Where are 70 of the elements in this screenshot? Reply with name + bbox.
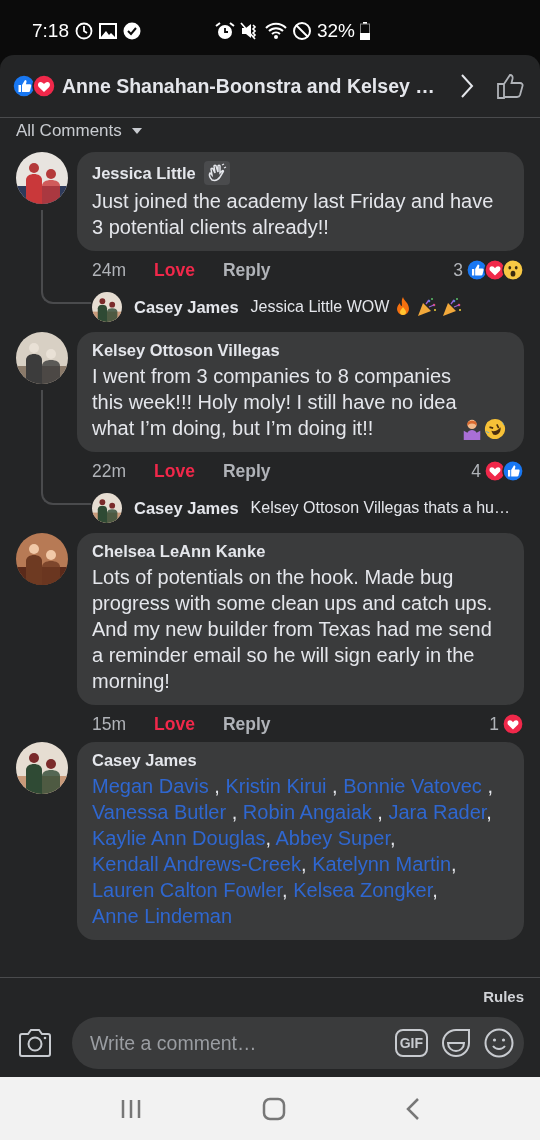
mention-link[interactable]: Vanessa Butler [92, 801, 227, 823]
reply-text: Kelsey Ottoson Villegas thats a hu… [250, 499, 510, 517]
mention-link[interactable]: Kendall Andrews-Creek [92, 853, 301, 875]
love-reaction-button[interactable]: Love [154, 713, 195, 735]
reaction-count: 3 [453, 259, 463, 281]
comment-time: 15m [92, 713, 127, 735]
clock-time: 7:18 [32, 19, 69, 42]
laughing-face-icon [484, 418, 506, 440]
mention-link[interactable]: Lauren Calton Fowler [92, 879, 283, 901]
mention-link[interactable]: Jara Rader [388, 801, 487, 823]
reaction-count: 4 [471, 460, 481, 482]
love-reaction-icon [32, 74, 56, 98]
wifi-icon [265, 21, 287, 40]
comment-text: Just joined the academy last Friday and have 3 potential clients already!! [92, 189, 495, 240]
mention-link[interactable]: Katelynn Martin [312, 853, 452, 875]
reply-author[interactable]: Casey James [134, 297, 239, 317]
caret-icon[interactable] [131, 128, 142, 134]
comment-text: Megan Davis , Kristin Kirui , Bonnie Vatovec , Vanessa Butler , Robin Angaiak , Jara Rader, Kaylie Ann Douglas, Abbey Super, Kendall Andrews-Creek, Katelynn Martin, Lauren Calton Fowler, Kelsea Zongker, Anne Lindeman [92, 774, 494, 929]
comment-author[interactable]: Chelsea LeAnn Kanke [92, 542, 266, 561]
mention-link[interactable]: Kaylie Ann Douglas [92, 827, 266, 849]
battery-icon [360, 21, 370, 40]
image-icon [99, 22, 117, 39]
wow-reaction-icon [502, 259, 524, 281]
camera-icon[interactable] [18, 1028, 52, 1058]
like-reaction-icon [12, 74, 36, 98]
emoji-icon[interactable] [484, 1028, 514, 1058]
check-circle-icon [123, 21, 141, 40]
sticker-icon[interactable] [440, 1027, 472, 1059]
rules-link[interactable]: Rules [18, 988, 524, 1005]
shrugging-person-icon [461, 418, 483, 440]
comment-input-field[interactable]: Write a comment… GIF [72, 1017, 524, 1069]
comment-author[interactable]: Jessica Little [92, 163, 196, 183]
mention-link[interactable]: Robin Angaiak [242, 801, 372, 823]
mention-link[interactable]: Kelsea Zongker [293, 879, 433, 901]
waving-hand-badge-icon [203, 161, 230, 185]
comment-text: I went from 3 companies to 8 companies this week!!! Holy moly! I still have no idea what I’m doing, but I’m doing it!! [92, 364, 458, 441]
battery-percent: 32% [317, 19, 355, 42]
comment-text: Lots of potentials on the hook. Made bug progress with some clean ups and catch ups. And my new builder from Texas had me send a reminder email so he will sign early in the morning! [92, 565, 494, 694]
love-reaction-button[interactable]: Love [154, 460, 195, 482]
party-popper-icon [442, 297, 463, 317]
reply-button[interactable]: Reply [222, 460, 271, 482]
post-reactors-title[interactable]: Anne Shanahan-Boonstra and Kelsey … [62, 74, 450, 98]
comment-author[interactable]: Casey James [92, 751, 197, 770]
alarm-icon [215, 20, 235, 41]
reply-button[interactable]: Reply [222, 713, 271, 735]
gif-button[interactable]: GIF [394, 1029, 428, 1057]
comment-filter-label[interactable]: All Comments [16, 121, 122, 141]
love-reaction-button[interactable]: Love [154, 259, 195, 281]
home-icon[interactable] [262, 1096, 286, 1121]
reply-text: Jessica Little WOW [250, 298, 390, 316]
do-not-disturb-icon [292, 20, 312, 41]
reply-author[interactable]: Casey James [134, 498, 239, 518]
clock-icon [75, 21, 93, 40]
chevron-right-icon[interactable] [460, 73, 474, 99]
comment-author[interactable]: Kelsey Ottoson Villegas [92, 341, 280, 360]
reply-button[interactable]: Reply [222, 259, 271, 281]
love-reaction-icon [502, 713, 524, 735]
comment-time: 22m [92, 460, 127, 482]
mention-link[interactable]: Megan Davis [92, 775, 209, 797]
mention-link[interactable]: Kristin Kirui [225, 775, 327, 797]
party-popper-icon [417, 297, 438, 317]
mention-link[interactable]: Anne Lindeman [92, 905, 233, 927]
like-reaction-icon [502, 460, 524, 482]
mention-link[interactable]: Bonnie Vatovec [343, 775, 482, 797]
comment-time: 24m [92, 259, 127, 281]
recent-apps-icon[interactable] [120, 1098, 142, 1119]
back-icon[interactable] [406, 1097, 420, 1120]
reaction-count: 1 [489, 713, 499, 735]
mention-link[interactable]: Abbey Super [275, 827, 390, 849]
thumbs-up-icon[interactable] [496, 72, 524, 100]
